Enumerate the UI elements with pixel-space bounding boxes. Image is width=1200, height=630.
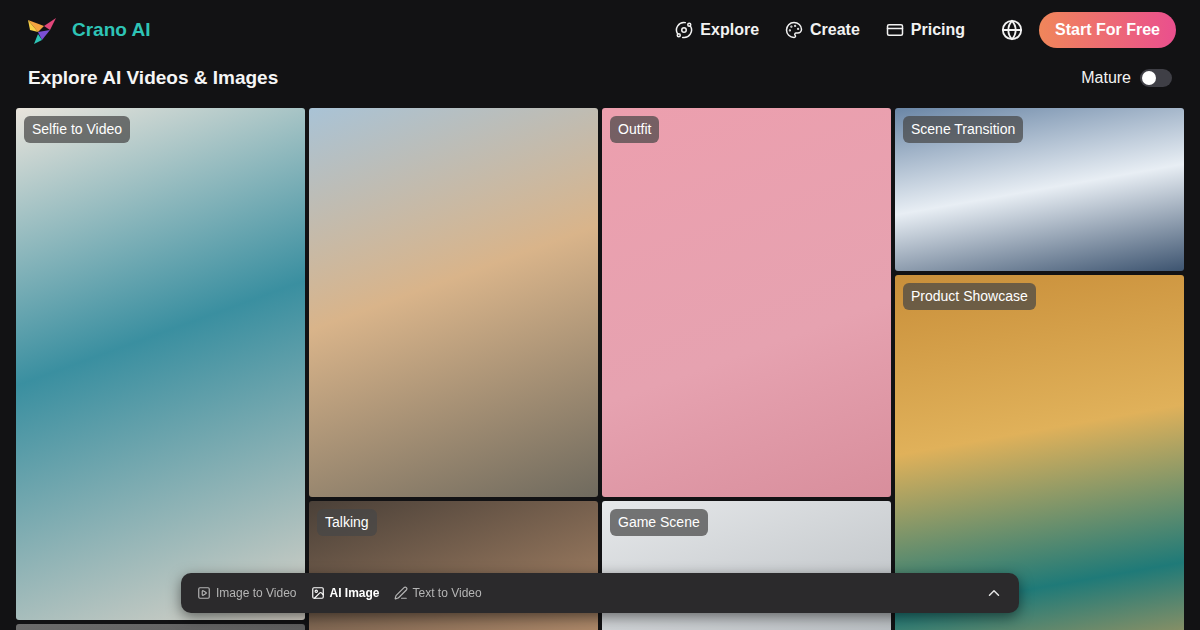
language-button[interactable] xyxy=(1001,19,1023,41)
nav: Explore Create Pricing xyxy=(675,21,965,39)
logo-text[interactable]: Crano AI xyxy=(72,19,150,41)
media-card[interactable]: Selfie to Video xyxy=(16,108,305,620)
gallery-column: Scene Transition Product Showcase xyxy=(895,108,1184,630)
card-badge: Game Scene xyxy=(610,509,708,536)
mode-icon xyxy=(311,586,325,600)
nav-icon xyxy=(675,21,693,39)
media-card[interactable]: Outfit xyxy=(602,108,891,497)
nav-item[interactable]: Pricing xyxy=(886,21,965,39)
logo[interactable]: Crano AI xyxy=(24,12,150,48)
media-card[interactable] xyxy=(16,624,305,630)
expand-button[interactable] xyxy=(985,584,1003,602)
mature-toggle[interactable]: Mature xyxy=(1081,69,1172,87)
mode-icon xyxy=(197,586,211,600)
gallery-column: Selfie to Video xyxy=(16,108,305,630)
mode-button[interactable]: Image to Video xyxy=(197,586,297,600)
mode-icon xyxy=(394,586,408,600)
nav-icon xyxy=(785,21,803,39)
title-row: Explore AI Videos & Images Mature xyxy=(0,60,1200,108)
gallery: Selfie to Video Talking Outfit Game Scene Sc… xyxy=(0,108,1200,630)
start-button[interactable]: Start For Free xyxy=(1039,12,1176,48)
page-title: Explore AI Videos & Images xyxy=(28,67,278,89)
toggle-track[interactable] xyxy=(1140,69,1172,87)
card-badge: Selfie to Video xyxy=(24,116,130,143)
nav-item[interactable]: Explore xyxy=(675,21,759,39)
header: Crano AI Explore Create Pricing Start For Fr… xyxy=(0,0,1200,60)
mode-toolbar: Image to Video AI Image Text to Video xyxy=(181,573,1019,613)
gallery-column: Outfit Game Scene xyxy=(602,108,891,630)
card-badge: Talking xyxy=(317,509,377,536)
logo-bird-icon xyxy=(24,12,60,48)
toggle-knob xyxy=(1142,71,1156,85)
gallery-column: Talking xyxy=(309,108,598,630)
media-card[interactable] xyxy=(309,108,598,497)
page: Crano AI Explore Create Pricing Start For Fr… xyxy=(0,0,1200,630)
mode-button[interactable]: AI Image xyxy=(311,586,380,600)
card-badge: Product Showcase xyxy=(903,283,1036,310)
card-badge: Outfit xyxy=(610,116,659,143)
card-badge: Scene Transition xyxy=(903,116,1023,143)
chevron-up-icon xyxy=(985,584,1003,602)
globe-icon xyxy=(1001,19,1023,41)
mode-button[interactable]: Text to Video xyxy=(394,586,482,600)
media-card[interactable]: Scene Transition xyxy=(895,108,1184,271)
nav-icon xyxy=(886,21,904,39)
nav-item[interactable]: Create xyxy=(785,21,860,39)
